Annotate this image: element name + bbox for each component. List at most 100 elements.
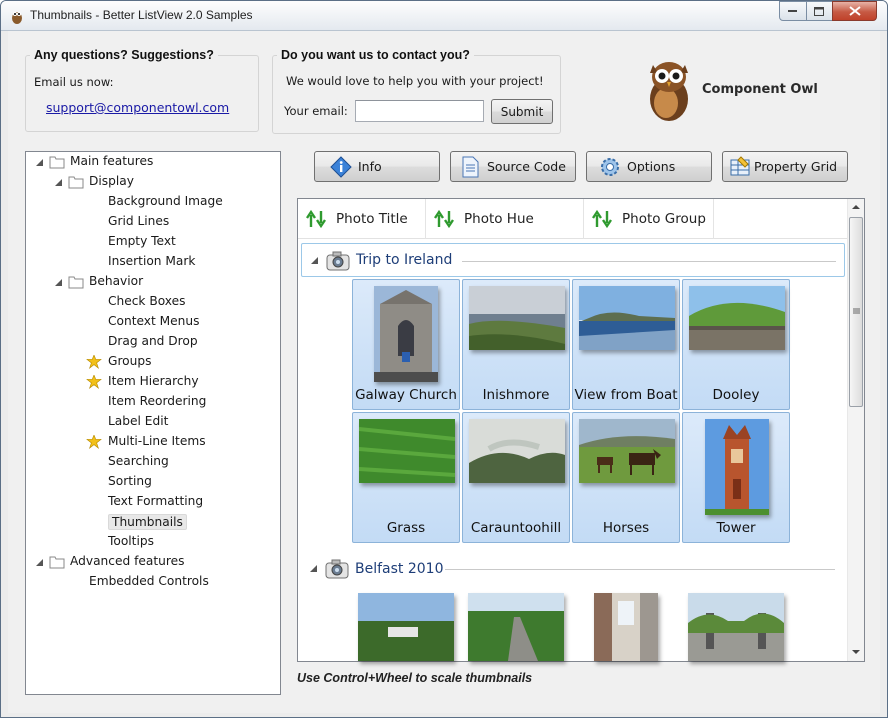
scrollbar-thumb[interactable] [849,217,863,407]
column-label: Photo Hue [464,211,534,227]
group-header-trip-to-ireland[interactable]: Trip to Ireland [301,243,845,277]
tree-node-label: Background Image [108,194,223,208]
tree-node-insertion-mark[interactable]: Insertion Mark [26,253,276,272]
thumbnail-listview[interactable]: Photo Title Photo Hue Photo Group Trip t… [297,198,865,662]
tree-node-advanced-features[interactable]: Advanced features [26,553,276,572]
source-code-button[interactable]: Source Code [450,151,576,182]
minimize-button[interactable] [779,1,807,21]
collapse-arrow-icon[interactable] [54,278,63,287]
thumbnail-item[interactable]: Carauntoohill [462,412,570,543]
thumbnail-item[interactable]: Tower [682,412,790,543]
group-title: Belfast 2010 [355,561,444,577]
document-icon [462,156,479,177]
source-code-label: Source Code [487,159,566,174]
tree-node-searching[interactable]: Searching [26,453,276,472]
tree-node-label: Main features [70,154,154,168]
tree-node-check-boxes[interactable]: Check Boxes [26,293,276,312]
thumbnail-item[interactable]: Inishmore [462,279,570,410]
tree-node-sorting[interactable]: Sorting [26,473,276,492]
tree-node-item-hierarchy[interactable]: Item Hierarchy [26,373,276,392]
tree-node-behavior[interactable]: Behavior [26,273,276,292]
tree-node-empty-text[interactable]: Empty Text [26,233,276,252]
tree-node-background-image[interactable]: Background Image [26,193,276,212]
questions-heading: Any questions? Suggestions? [30,48,218,62]
tree-node-drag-and-drop[interactable]: Drag and Drop [26,333,276,352]
belfast-garden-photo[interactable] [358,593,454,661]
collapse-arrow-icon[interactable] [35,158,44,167]
column-header-bar: Photo Title Photo Hue Photo Group [298,199,847,239]
group-divider [462,261,836,262]
new-feature-star-icon [86,435,102,449]
scroll-down-icon[interactable] [852,649,860,655]
tree-node-label: Insertion Mark [108,254,196,268]
thumbnail-item[interactable]: Horses [572,412,680,543]
new-feature-star-icon [86,375,102,389]
close-button[interactable] [832,1,877,21]
collapse-arrow-icon[interactable] [309,564,318,573]
column-photo-group[interactable]: Photo Group [584,199,714,239]
questions-group [25,55,259,132]
your-email-label: Your email: [284,104,348,118]
column-label: Photo Title [336,211,408,227]
camera-icon [325,559,349,579]
sort-arrows-icon [306,209,326,229]
email-us-label: Email us now: [34,75,114,89]
tree-node-label: Item Hierarchy [108,374,199,388]
info-button[interactable]: Info [314,151,440,182]
tree-node-thumbnails[interactable]: Thumbnails [26,513,276,532]
horses-photo [579,419,675,483]
property-grid-button[interactable]: Property Grid [722,151,848,182]
tree-node-main-features[interactable]: Main features [26,153,276,172]
tree-node-groups[interactable]: Groups [26,353,276,372]
tree-node-tooltips[interactable]: Tooltips [26,533,276,552]
info-label: Info [358,159,382,174]
feature-tree[interactable]: Main features Display Background Image G… [25,151,281,695]
vertical-scrollbar[interactable] [847,199,864,661]
tree-node-label: Thumbnails [108,514,187,530]
collapse-arrow-icon[interactable] [54,178,63,187]
owl-app-icon [12,12,22,24]
collapse-arrow-icon[interactable] [35,558,44,567]
app-window: Thumbnails - Better ListView 2.0 Samples… [0,0,888,718]
tree-node-context-menus[interactable]: Context Menus [26,313,276,332]
submit-button[interactable]: Submit [491,99,553,124]
tree-node-label: Groups [108,354,152,368]
galway-church-photo [374,286,438,382]
options-button[interactable]: Options [586,151,712,182]
tree-node-item-reordering[interactable]: Item Reordering [26,393,276,412]
camera-icon [326,251,350,271]
tree-node-embedded-controls[interactable]: Embedded Controls [26,573,276,592]
thumbnail-item[interactable]: View from Boat [572,279,680,410]
belfast-alley-photo[interactable] [594,593,658,661]
tree-node-label: Multi-Line Items [108,434,206,448]
new-feature-star-icon [86,355,102,369]
thumbnail-item[interactable]: Dooley [682,279,790,410]
scroll-up-icon[interactable] [852,204,860,210]
belfast-gate-photo[interactable] [688,593,784,661]
maximize-button[interactable] [806,1,833,21]
tree-node-text-formatting[interactable]: Text Formatting [26,493,276,512]
info-icon [330,155,352,178]
tree-node-display[interactable]: Display [26,173,276,192]
tree-node-label: Label Edit [108,414,169,428]
column-photo-hue[interactable]: Photo Hue [426,199,584,239]
column-photo-title[interactable]: Photo Title [298,199,426,239]
belfast-path-photo[interactable] [468,593,564,661]
tree-node-multi-line-items[interactable]: Multi-Line Items [26,433,276,452]
tree-node-label-edit[interactable]: Label Edit [26,413,276,432]
email-input[interactable] [355,100,484,122]
tree-node-label: Drag and Drop [108,334,198,348]
tree-node-grid-lines[interactable]: Grid Lines [26,213,276,232]
group-header-belfast-2010[interactable]: Belfast 2010 [301,552,845,586]
collapse-arrow-icon[interactable] [310,256,319,265]
group-title: Trip to Ireland [356,252,453,268]
tree-node-label: Empty Text [108,234,176,248]
tree-node-label: Advanced features [70,554,185,568]
grass-photo [359,419,455,483]
thumbnail-item[interactable]: Galway Church [352,279,460,410]
brand-name: Component Owl [702,82,818,97]
support-email-link[interactable]: support@componentowl.com [46,100,229,115]
sort-arrows-icon [592,209,612,229]
options-label: Options [627,159,676,174]
thumbnail-item[interactable]: Grass [352,412,460,543]
